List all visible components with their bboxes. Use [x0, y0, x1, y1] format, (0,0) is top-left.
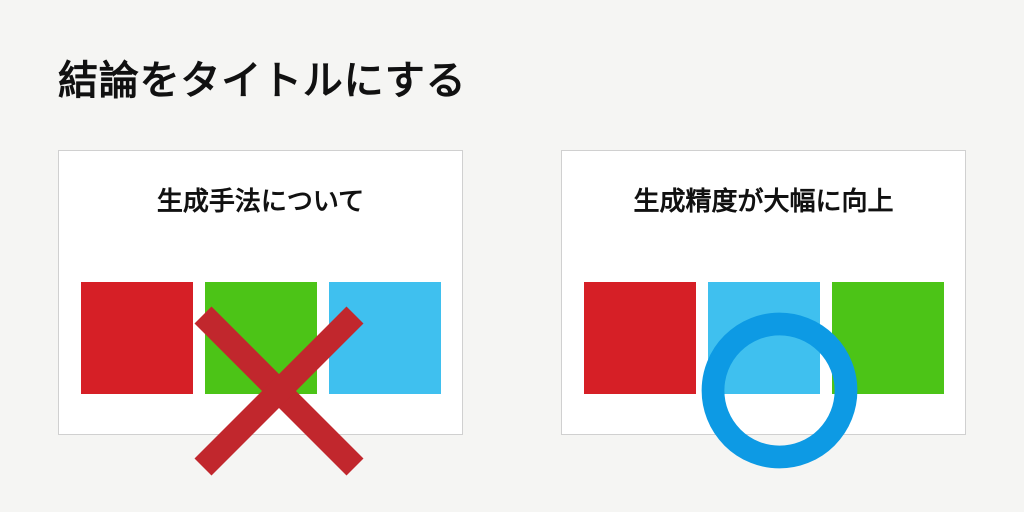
bad-example-panel: 生成手法について	[58, 150, 463, 435]
color-block	[205, 282, 317, 394]
slide-title: 結論をタイトルにする	[58, 48, 466, 106]
color-block	[708, 282, 820, 394]
color-block	[832, 282, 944, 394]
color-block	[584, 282, 696, 394]
good-panel-title: 生成精度が大幅に向上	[562, 181, 965, 218]
comparison-panels: 生成手法について 生成精度が大幅に向上	[58, 150, 966, 435]
color-block	[329, 282, 441, 394]
color-block	[81, 282, 193, 394]
bad-panel-blocks	[81, 282, 441, 394]
good-example-panel: 生成精度が大幅に向上	[561, 150, 966, 435]
bad-panel-title: 生成手法について	[59, 181, 462, 218]
good-panel-blocks	[584, 282, 944, 394]
